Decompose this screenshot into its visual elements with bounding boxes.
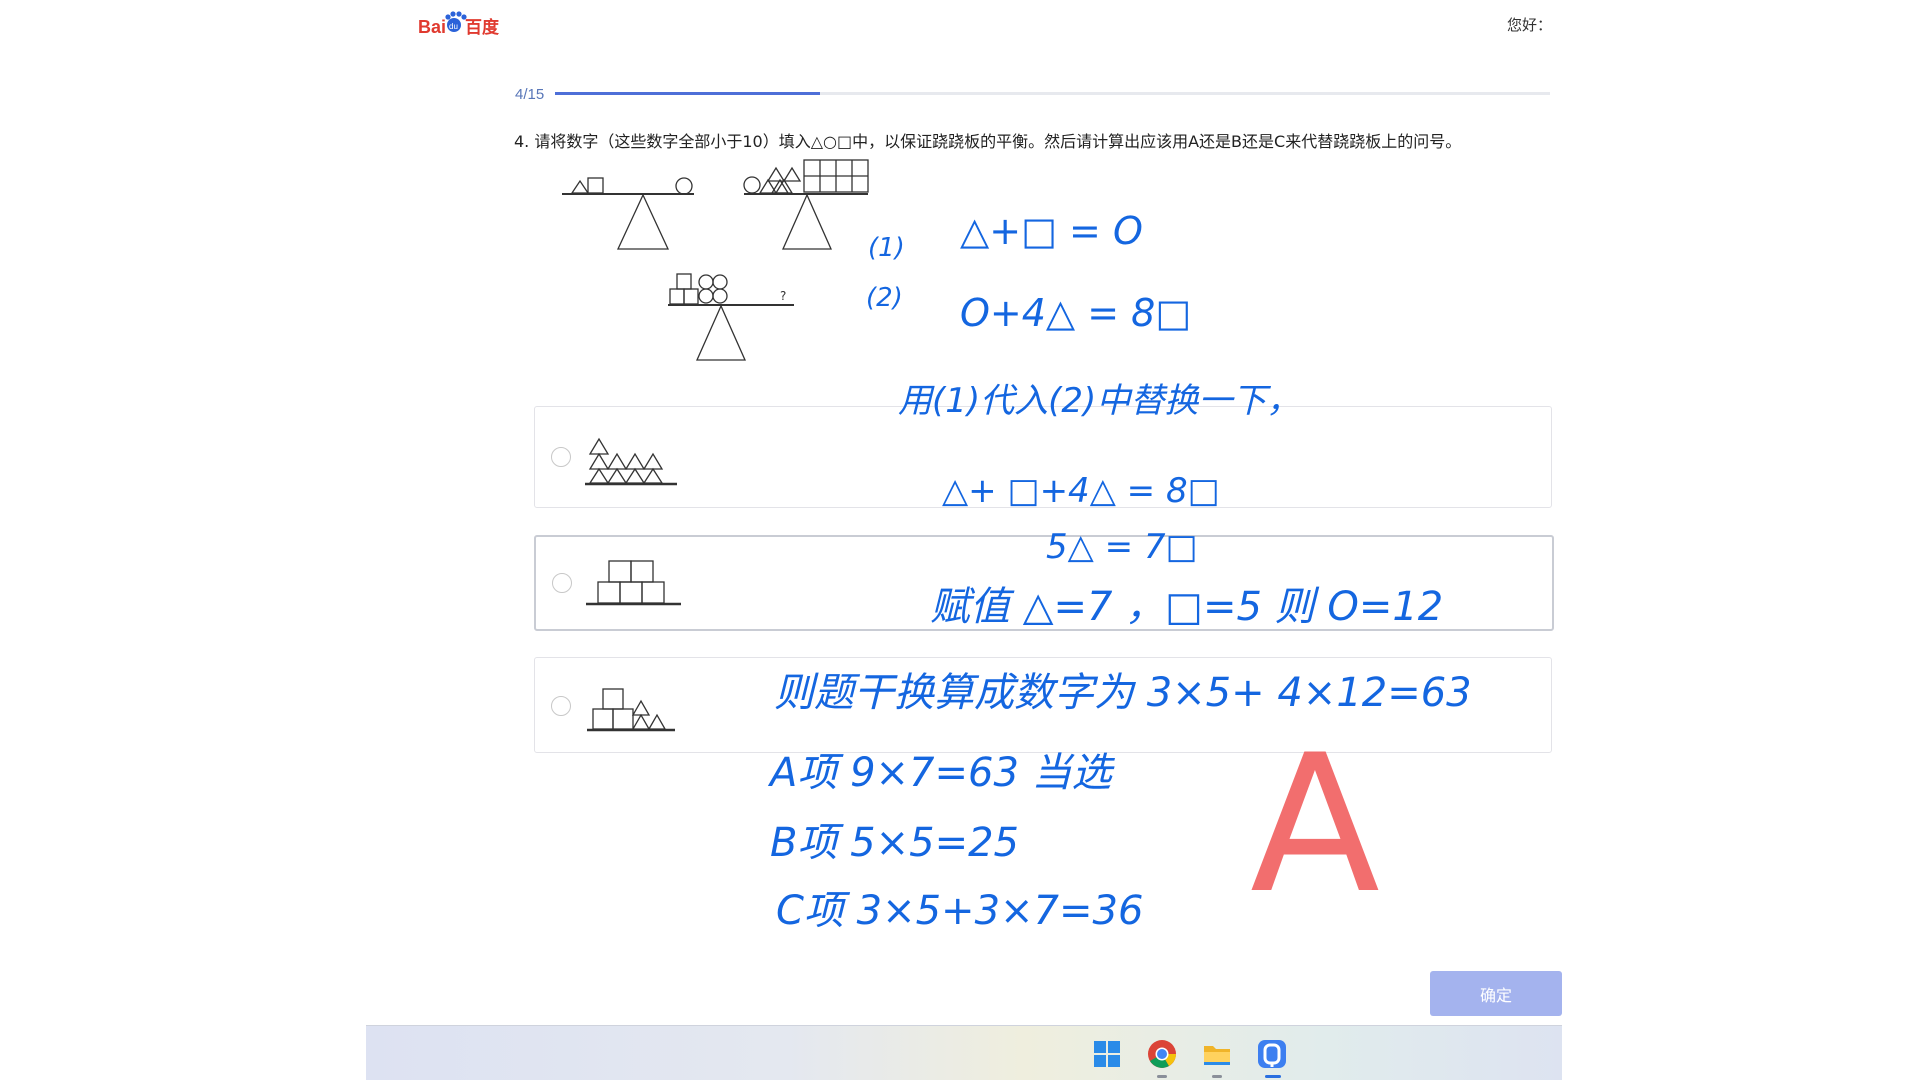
svg-text:du: du bbox=[449, 22, 458, 31]
file-explorer-icon[interactable] bbox=[1201, 1038, 1233, 1070]
windows-start-icon[interactable] bbox=[1091, 1038, 1123, 1070]
svg-text:百度: 百度 bbox=[465, 17, 500, 38]
baidu-logo[interactable]: Bai du 百度 bbox=[418, 10, 528, 40]
option-a-figure bbox=[585, 437, 677, 486]
progress-label: 4/15 bbox=[515, 86, 545, 103]
screen: Bai du 百度 您好： 4/15 4. 请将数字（这些数字全部小于10）填入… bbox=[366, 0, 1562, 1080]
progress-fill bbox=[555, 92, 821, 95]
seesaw-1 bbox=[562, 177, 694, 250]
option-a-radio[interactable] bbox=[551, 447, 571, 467]
chrome-icon[interactable] bbox=[1146, 1038, 1178, 1070]
progress-bar bbox=[555, 92, 1550, 95]
taskbar bbox=[366, 1025, 1562, 1080]
confirm-button[interactable]: 确定 bbox=[1430, 971, 1562, 1016]
option-c-figure bbox=[587, 688, 675, 732]
chrome-running-indicator bbox=[1157, 1075, 1167, 1078]
question-text: 4. 请将数字（这些数字全部小于10）填入△○□中，以保证跷跷板的平衡。然后请计… bbox=[514, 132, 1462, 151]
top-bar: Bai du 百度 您好： bbox=[366, 0, 1562, 50]
svg-text:Bai: Bai bbox=[418, 17, 446, 37]
option-c[interactable] bbox=[534, 657, 1552, 753]
option-b[interactable] bbox=[534, 535, 1554, 631]
user-greeting[interactable]: 您好： bbox=[1507, 14, 1552, 35]
app-active-indicator bbox=[1265, 1075, 1281, 1078]
option-c-radio[interactable] bbox=[551, 696, 571, 716]
seesaw-puzzle-figure: ? bbox=[562, 159, 869, 361]
explorer-running-indicator bbox=[1212, 1075, 1222, 1078]
seesaw-3: ? bbox=[668, 273, 794, 361]
option-b-figure bbox=[586, 560, 681, 606]
unknown-mark: ? bbox=[780, 289, 786, 303]
option-b-radio[interactable] bbox=[552, 573, 572, 593]
seesaw-2 bbox=[743, 159, 869, 250]
option-a[interactable] bbox=[534, 406, 1552, 508]
app-icon[interactable] bbox=[1256, 1038, 1288, 1070]
